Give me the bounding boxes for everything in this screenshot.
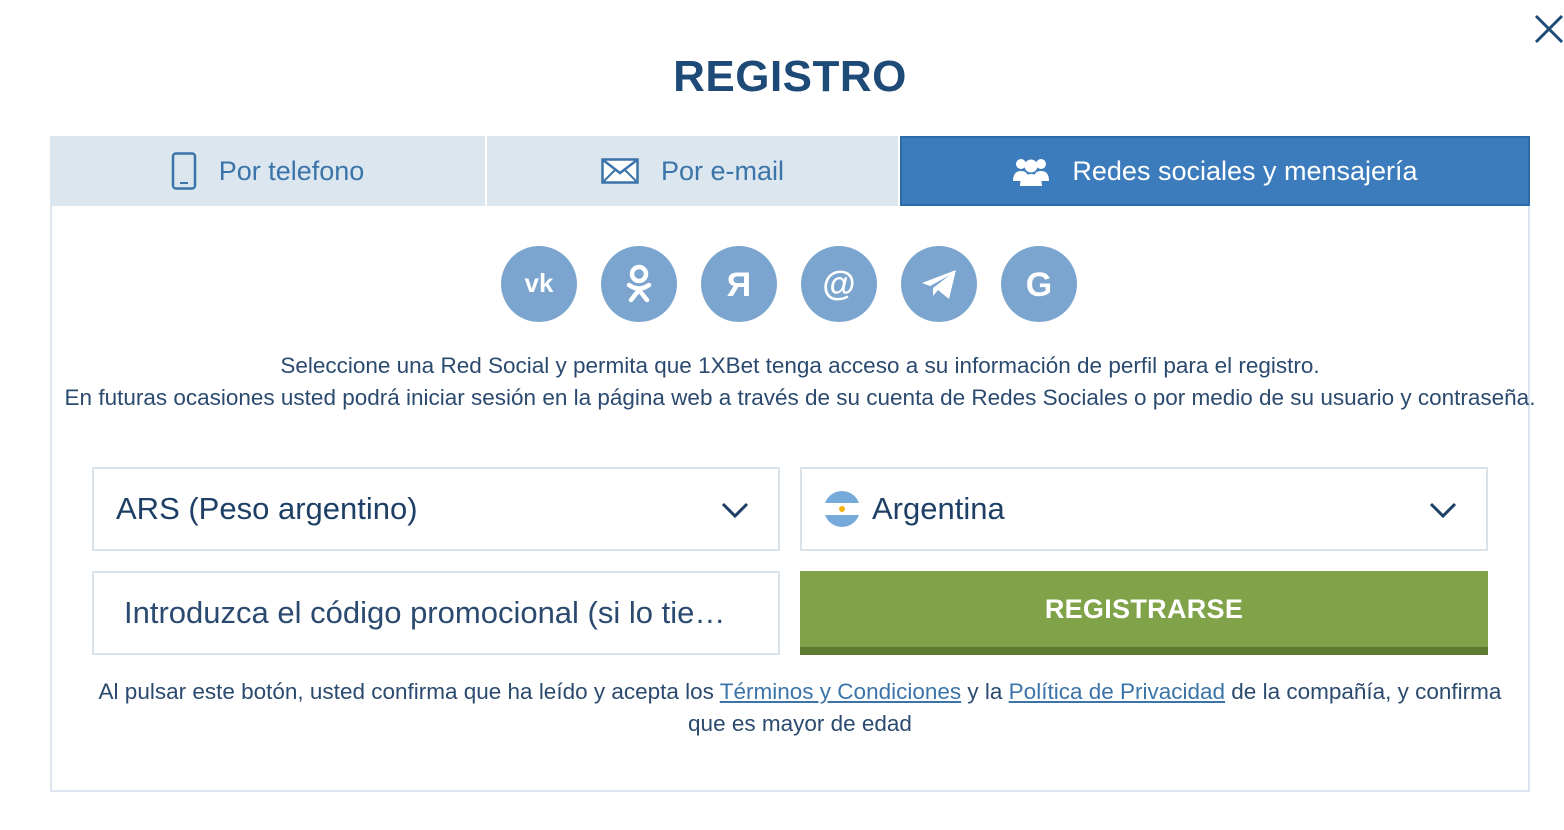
tab-email-label: Por e-mail xyxy=(660,155,785,186)
terms-text: Al pulsar este botón, usted confirma que… xyxy=(92,676,1508,740)
currency-select[interactable]: ARS (Peso argentino) xyxy=(92,467,780,551)
tab-email[interactable]: Por e-mail xyxy=(487,136,900,206)
telegram-icon[interactable] xyxy=(901,246,977,322)
close-button[interactable] xyxy=(1532,10,1564,48)
register-button[interactable]: REGISTRARSE xyxy=(800,571,1488,655)
google-icon[interactable]: G xyxy=(1001,246,1077,322)
tab-phone-label: Por telefono xyxy=(218,155,365,186)
modal-title: REGISTRO xyxy=(673,52,907,101)
users-icon xyxy=(1012,155,1050,187)
envelope-icon xyxy=(601,158,639,184)
tab-social-label: Redes sociales y mensajería xyxy=(1072,155,1418,186)
close-icon xyxy=(1534,14,1564,44)
tab-phone[interactable]: Por telefono xyxy=(50,136,487,206)
svg-text:@: @ xyxy=(822,265,855,303)
argentina-flag-icon xyxy=(824,491,860,527)
social-networks: vk Я @ G xyxy=(501,246,1101,322)
country-select[interactable]: Argentina xyxy=(800,467,1488,551)
social-info-text: Seleccione una Red Social y permita que … xyxy=(60,350,1540,414)
svg-text:G: G xyxy=(1026,266,1052,304)
phone-icon xyxy=(171,152,197,190)
registration-tabs: Por telefono Por e-mail Redes sociales y… xyxy=(50,136,1530,206)
info-line-1: Seleccione una Red Social y permita que … xyxy=(280,353,1320,378)
privacy-link[interactable]: Política de Privacidad xyxy=(1009,679,1225,704)
country-value: Argentina xyxy=(872,491,1005,526)
vk-icon[interactable]: vk xyxy=(501,246,577,322)
chevron-down-icon xyxy=(721,502,749,519)
svg-text:vk: vk xyxy=(525,268,554,298)
terms-prefix: Al pulsar este botón, usted confirma que… xyxy=(98,679,720,704)
yandex-icon[interactable]: Я xyxy=(701,246,777,322)
tab-social[interactable]: Redes sociales y mensajería xyxy=(900,136,1530,206)
terms-link[interactable]: Términos y Condiciones xyxy=(720,679,961,704)
chevron-down-icon xyxy=(1429,502,1457,519)
currency-value: ARS (Peso argentino) xyxy=(116,491,418,526)
terms-middle: y la xyxy=(961,679,1009,704)
odnoklassniki-icon[interactable] xyxy=(601,246,677,322)
mail-at-icon[interactable]: @ xyxy=(801,246,877,322)
promo-code-input[interactable] xyxy=(92,571,780,655)
svg-text:Я: Я xyxy=(727,266,751,304)
info-line-2: En futuras ocasiones usted podrá iniciar… xyxy=(64,385,1536,410)
